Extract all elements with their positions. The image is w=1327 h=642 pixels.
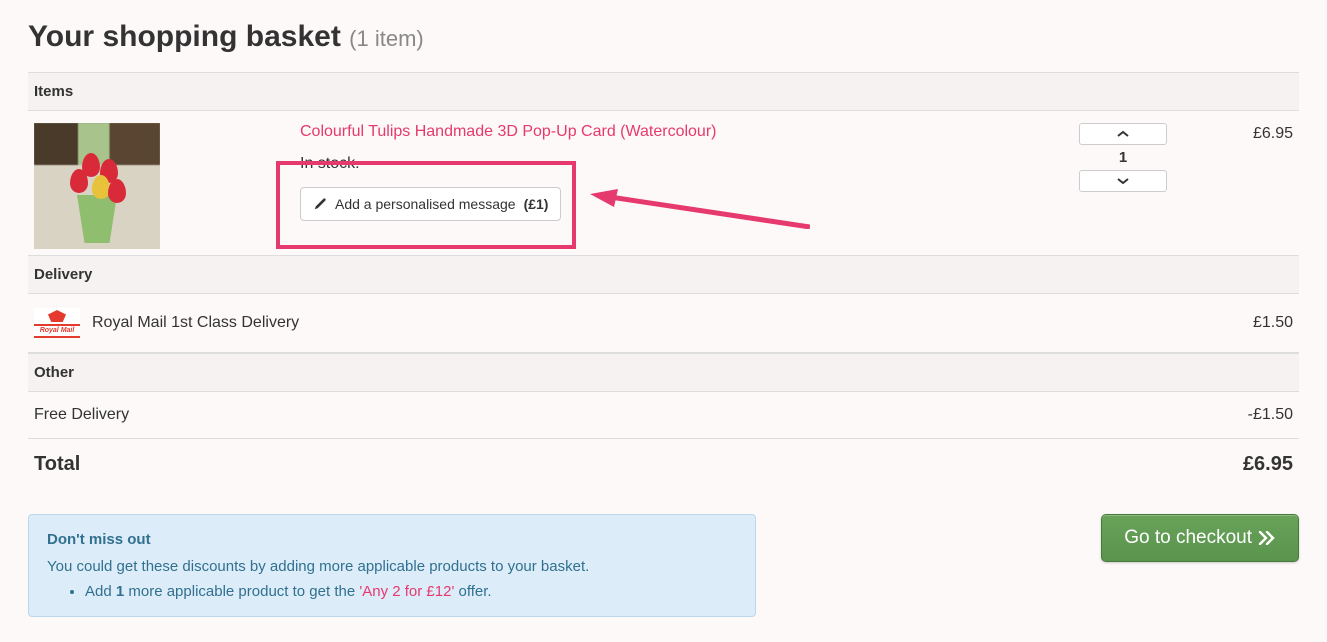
total-label: Total — [34, 453, 1243, 476]
delivery-method: Royal Mail 1st Class Delivery — [92, 314, 1253, 332]
chevron-double-right-icon — [1258, 531, 1276, 545]
quantity-value: 1 — [1063, 145, 1183, 170]
royal-mail-icon — [34, 308, 80, 338]
chevron-up-icon — [1117, 130, 1129, 138]
personalise-label: Add a personalised message — [335, 196, 516, 212]
promo-title: Don't miss out — [47, 531, 737, 548]
total-row: Total £6.95 — [28, 439, 1299, 490]
annotation-arrow — [590, 189, 810, 229]
promo-banner: Don't miss out You could get these disco… — [28, 514, 756, 617]
product-thumbnail[interactable] — [34, 123, 160, 249]
delivery-header: Delivery — [28, 255, 1299, 294]
title-text: Your shopping basket — [28, 20, 341, 53]
item-price: £6.95 — [1183, 123, 1293, 143]
delivery-row: Royal Mail 1st Class Delivery £1.50 — [28, 294, 1299, 353]
add-personalised-message-button[interactable]: Add a personalised message (£1) — [300, 187, 561, 221]
cart-item-row: Colourful Tulips Handmade 3D Pop-Up Card… — [28, 111, 1299, 255]
quantity-increase-button[interactable] — [1079, 123, 1167, 145]
delivery-price: £1.50 — [1253, 314, 1293, 332]
quantity-decrease-button[interactable] — [1079, 170, 1167, 192]
personalise-price: (£1) — [524, 196, 549, 212]
item-count: (1 item) — [349, 26, 424, 51]
total-price: £6.95 — [1243, 453, 1293, 476]
quantity-stepper: 1 — [1063, 123, 1183, 192]
other-header: Other — [28, 353, 1299, 392]
other-row: Free Delivery -£1.50 — [28, 392, 1299, 439]
go-to-checkout-button[interactable]: Go to checkout — [1101, 514, 1299, 562]
promo-lead: You could get these discounts by adding … — [47, 558, 737, 575]
items-header: Items — [28, 72, 1299, 111]
checkout-label: Go to checkout — [1124, 527, 1252, 549]
pencil-icon — [313, 197, 327, 211]
product-name-link[interactable]: Colourful Tulips Handmade 3D Pop-Up Card… — [300, 123, 716, 140]
stock-status: In stock. — [300, 155, 1063, 173]
other-price: -£1.50 — [1248, 406, 1293, 424]
promo-bullet: Add 1 more applicable product to get the… — [85, 583, 737, 600]
other-label: Free Delivery — [34, 406, 1248, 424]
chevron-down-icon — [1117, 177, 1129, 185]
page-title: Your shopping basket (1 item) — [28, 20, 1299, 54]
promo-offer-link[interactable]: 'Any 2 for £12' — [359, 583, 454, 600]
